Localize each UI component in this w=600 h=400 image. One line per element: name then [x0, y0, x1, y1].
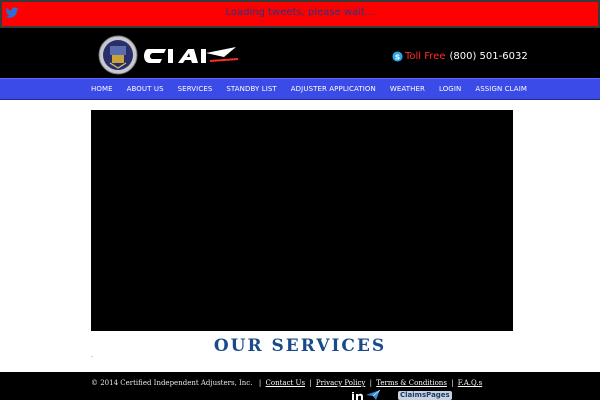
- video-player[interactable]: [91, 110, 513, 331]
- nav-item-adjuster-application[interactable]: ADJUSTER APPLICATION: [291, 85, 376, 93]
- toll-free-label: Toll Free: [405, 50, 446, 62]
- twitter-feed-bar: Loading tweets, please wait...: [0, 0, 600, 28]
- main-navigation: HOME ABOUT US SERVICES STANDBY LIST ADJU…: [0, 78, 600, 100]
- footer-link-faqs[interactable]: F.A.Q.s: [458, 379, 482, 387]
- skype-icon: S: [392, 50, 403, 62]
- footer-separator: |: [256, 379, 262, 387]
- nav-item-home[interactable]: HOME: [91, 85, 113, 93]
- linkedin-icon[interactable]: [352, 392, 364, 400]
- nav-item-about-us[interactable]: ABOUT US: [127, 85, 164, 93]
- site-footer: © 2014 Certified Independent Adjusters, …: [0, 372, 600, 400]
- phone-number[interactable]: (800) 501-6032: [449, 51, 527, 62]
- footer-separator: |: [369, 379, 372, 387]
- nav-item-standby-list[interactable]: STANDBY LIST: [226, 85, 276, 93]
- company-seal-logo[interactable]: [98, 35, 138, 75]
- copyright-text: © 2014 Certified Independent Adjusters, …: [91, 379, 253, 387]
- claims-pages-logo[interactable]: ClaimsPages: [398, 391, 452, 400]
- footer-separator: |: [451, 379, 454, 387]
- footer-link-contact-us[interactable]: Contact Us: [266, 379, 306, 387]
- ciai-brand-logo[interactable]: [144, 45, 240, 67]
- tweets-loading-text: Loading tweets, please wait...: [225, 7, 375, 18]
- site-header: S Toll Free (800) 501-6032: [0, 28, 600, 78]
- nav-item-weather[interactable]: WEATHER: [390, 85, 425, 93]
- toll-free-phone[interactable]: S Toll Free (800) 501-6032: [392, 48, 528, 64]
- nav-item-assign-claim[interactable]: ASSIGN CLAIM: [475, 85, 527, 93]
- footer-copyright-line: © 2014 Certified Independent Adjusters, …: [91, 379, 482, 387]
- claims-pages-logo-text: ClaimsPages: [400, 391, 450, 399]
- section-title-our-services: OUR SERVICES: [213, 336, 387, 356]
- svg-text:S: S: [395, 52, 400, 61]
- nav-item-login[interactable]: LOGIN: [439, 85, 461, 93]
- paper-plane-icon[interactable]: [366, 390, 380, 400]
- nav-item-services[interactable]: SERVICES: [178, 85, 213, 93]
- footer-link-terms-conditions[interactable]: Terms & Conditions: [376, 379, 447, 387]
- divider: [91, 356, 93, 357]
- footer-separator: |: [309, 379, 312, 387]
- footer-link-privacy-policy[interactable]: Privacy Policy: [316, 379, 366, 387]
